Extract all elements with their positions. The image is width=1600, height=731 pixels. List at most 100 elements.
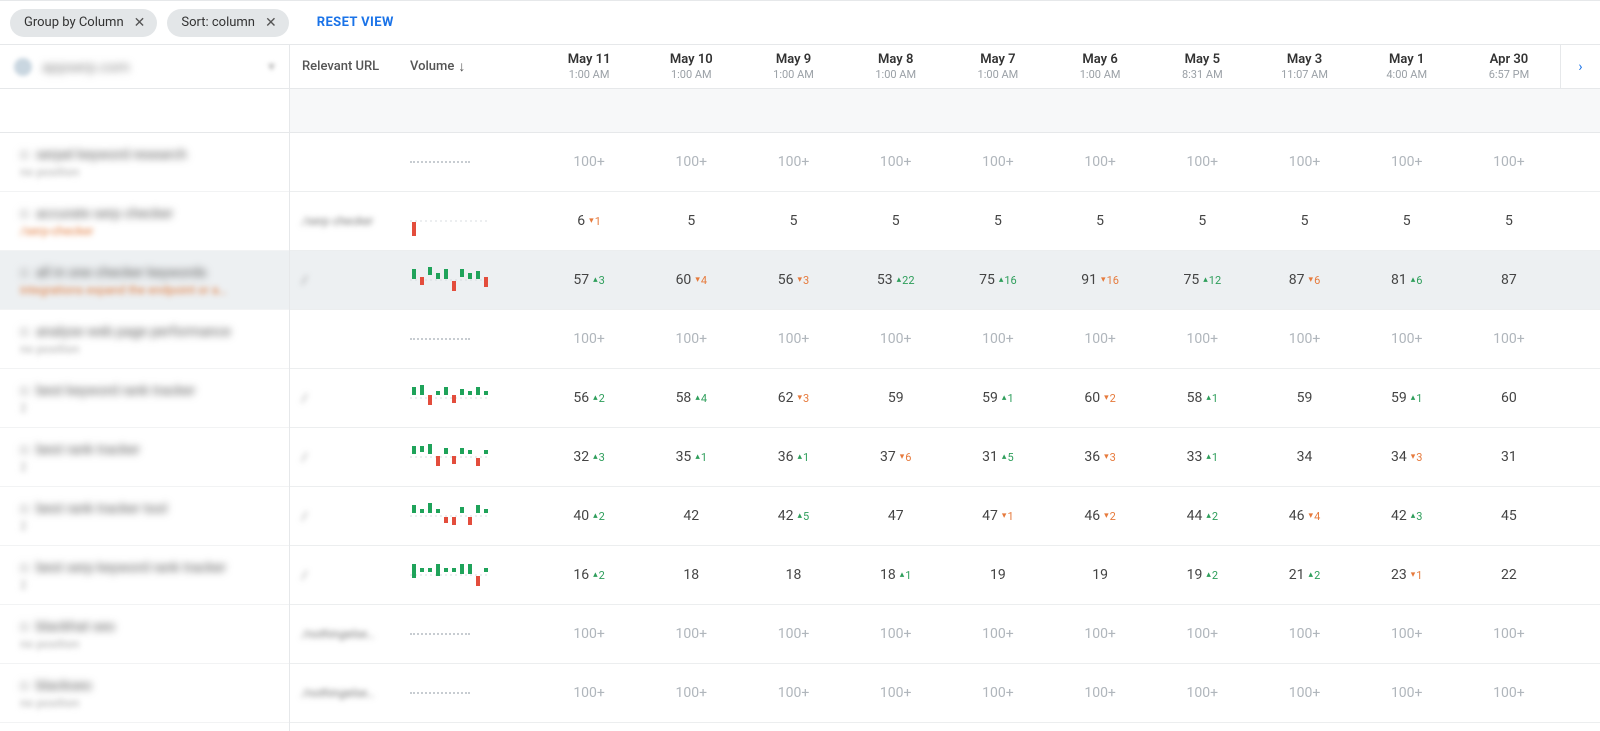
column-header-volume-label: Volume [410,59,454,74]
sidebar-item[interactable]: serpel keyword researchno position [0,133,289,192]
chevron-right-icon: › [1578,59,1582,75]
cell-value: 361 [742,449,844,465]
rank-value: 100+ [573,154,605,170]
rank-value: 18 [683,567,699,583]
sidebar-item-subtitle: no position [20,342,273,356]
sidebar-item-title: best serp keyword rank tracker [20,559,273,576]
rank-value: 59 [1391,390,1407,406]
chip-sort[interactable]: Sort: column ✕ [167,9,288,37]
sidebar: appserp.com ▾ serpel keyword researchno … [0,45,290,731]
delta-up: 1 [1206,392,1218,405]
cell-url[interactable]: /nothingelse… [290,627,398,641]
rank-value: 56 [573,390,589,406]
date-label: May 1 [1389,52,1424,67]
cell-value: 18 [640,567,742,583]
cell-value: 5 [742,213,844,229]
sidebar-item[interactable]: best rank tracker2 [0,428,289,487]
cell-value: 100+ [1151,154,1253,170]
cell-url[interactable]: / [290,450,398,464]
cell-url[interactable]: / [290,568,398,582]
cell-value: 34 [1253,449,1355,465]
sidebar-item[interactable]: accurate serp checker/serp-checker [0,192,289,251]
scroll-right-button[interactable]: › [1560,45,1600,89]
rank-value: 18 [786,567,802,583]
rank-value: 100+ [1493,685,1525,701]
table-row[interactable]: /3233513613763153633313434331 [290,428,1600,487]
table-row[interactable]: 100+100+100+100+100+100+100+100+100+100+ [290,310,1600,369]
cell-value: 5 [1253,213,1355,229]
cell-url[interactable]: /nothingelse… [290,686,398,700]
sidebar-item[interactable]: blackseono position [0,664,289,723]
delta-up: 6 [1411,274,1423,287]
rank-value: 35 [676,449,692,465]
sidebar-item-subtitle: no position [20,637,273,651]
cell-url[interactable]: / [290,509,398,523]
table-row[interactable]: 100+100+100+100+100+100+100+100+100+100+ [290,133,1600,192]
reset-view-button[interactable]: RESET VIEW [317,15,394,30]
close-icon[interactable]: ✕ [130,15,150,31]
rank-value: 21 [1289,567,1305,583]
rank-value: 100+ [778,685,810,701]
cell-value: 100+ [1356,685,1458,701]
table-row[interactable]: /serp checker61555555555 [290,192,1600,251]
column-header-date[interactable]: May 311:07 AM [1253,45,1355,88]
rank-value: 44 [1187,508,1203,524]
rank-value: 100+ [573,626,605,642]
close-icon[interactable]: ✕ [261,15,281,31]
column-header-date[interactable]: May 101:00 AM [640,45,742,88]
table-row[interactable]: /402424254747146244246442345 [290,487,1600,546]
sidebar-item[interactable]: blackhat seono position [0,605,289,664]
cell-value: 100+ [947,626,1049,642]
sidebar-item[interactable]: analyse web page performanceno position [0,310,289,369]
rank-value: 5 [1096,213,1104,229]
rank-value: 31 [982,449,998,465]
sidebar-item-title: best rank tracker [20,441,273,458]
cell-url[interactable]: / [290,273,398,287]
column-header-date[interactable]: May 14:00 AM [1356,45,1458,88]
cell-value: 19 [1049,567,1151,583]
column-header-date[interactable]: May 58:31 AM [1151,45,1253,88]
rank-value: 100+ [1391,626,1423,642]
rank-value: 100+ [1493,331,1525,347]
cell-value: 343 [1356,449,1458,465]
cell-value: 61 [538,213,640,229]
time-label: 1:00 AM [671,68,712,81]
column-header-date[interactable]: May 81:00 AM [845,45,947,88]
column-header-date[interactable]: May 91:00 AM [742,45,844,88]
sidebar-item[interactable]: best serp keyword rank tracker2 [0,546,289,605]
column-header-date[interactable]: May 61:00 AM [1049,45,1151,88]
sidebar-item[interactable]: all in one checker keywordsintegrations … [0,251,289,310]
toolbar: Group by Column ✕ Sort: column ✕ RESET V… [0,1,1600,45]
time-label: 11:07 AM [1281,68,1328,81]
sidebar-item[interactable]: best keyword rank tracker2 [0,369,289,428]
table-row[interactable]: /nothingelse…100+100+100+100+100+100+100… [290,605,1600,664]
table-row[interactable]: /nothingelse…100+100+100+100+100+100+100… [290,664,1600,723]
table-row[interactable]: /573604563532275169116751287681687 [290,251,1600,310]
cell-url[interactable]: / [290,391,398,405]
rank-value: 34 [1391,449,1407,465]
cell-value: 19 [947,567,1049,583]
column-header-date[interactable]: Apr 306:57 PM [1458,45,1560,88]
sidebar-item-subtitle: no position [20,165,273,179]
sidebar-item[interactable]: best rank tracker tool2 [0,487,289,546]
delta-down: 1 [1411,569,1423,582]
column-header-date[interactable]: May 71:00 AM [947,45,1049,88]
cell-value: 315 [947,449,1049,465]
sidebar-item-title: blackseo [20,677,273,694]
column-header-url[interactable]: Relevant URL [290,45,398,88]
table-row[interactable]: /1621818181191919221223122 [290,546,1600,605]
rank-value: 5 [994,213,1002,229]
cell-value: 59 [845,390,947,406]
rank-value: 100+ [1391,331,1423,347]
chip-group-by[interactable]: Group by Column ✕ [10,9,157,37]
cell-url[interactable]: /serp checker [290,214,398,228]
cell-value: 5 [1356,213,1458,229]
domain-selector[interactable]: appserp.com ▾ [0,45,289,89]
column-header-volume[interactable]: Volume ↓ [398,45,538,88]
column-header-date[interactable]: May 111:00 AM [538,45,640,88]
rank-value: 62 [778,390,794,406]
rank-value: 100+ [880,154,912,170]
table-row[interactable]: /562584623595916025815959160 [290,369,1600,428]
cell-value: 100+ [1049,331,1151,347]
rank-value: 100+ [1493,626,1525,642]
